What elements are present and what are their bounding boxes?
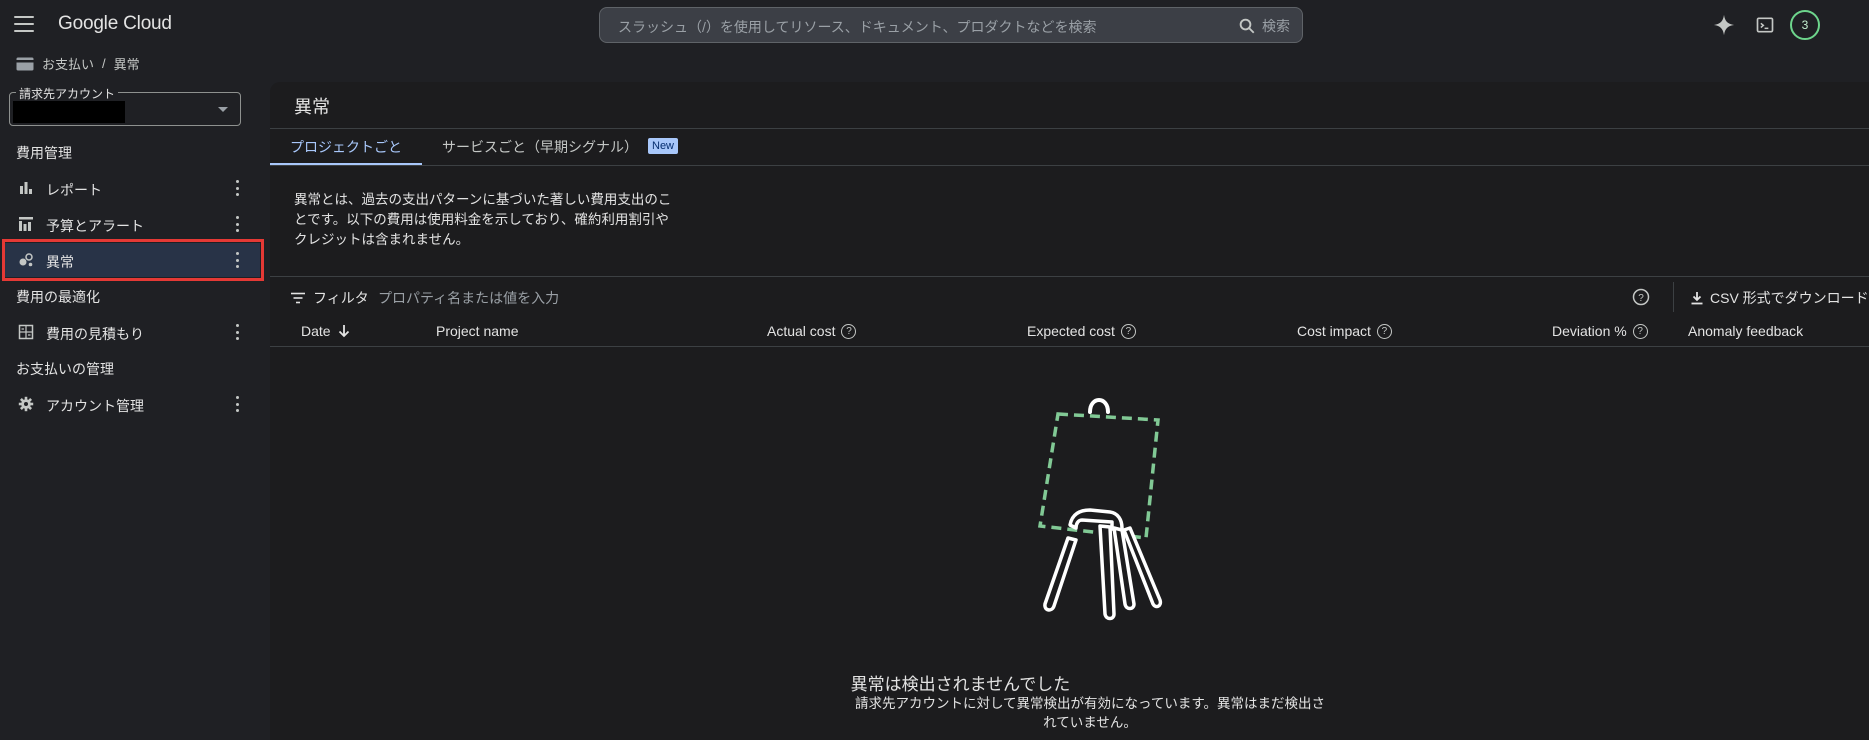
column-expected-cost[interactable]: Expected cost ?	[1027, 323, 1136, 339]
sidebar-item-label: レポート	[46, 182, 102, 198]
table-header: Date Project name Actual cost ? Expected…	[270, 317, 1869, 347]
more-options-icon[interactable]	[235, 396, 239, 412]
filter-icon	[291, 292, 305, 304]
column-label: Anomaly feedback	[1688, 323, 1804, 339]
sidebar-item-label: 予算とアラート	[46, 218, 144, 234]
new-badge: New	[648, 138, 679, 154]
redacted-account-name	[13, 101, 125, 123]
sidebar-item-estimates[interactable]: 費用の見積もり	[4, 315, 260, 349]
column-label: Date	[301, 323, 331, 339]
main-menu-icon[interactable]	[14, 16, 34, 32]
breadcrumb-billing[interactable]: お支払い	[42, 54, 94, 73]
tab-label: サービスごと（早期シグナル）	[442, 139, 638, 155]
column-label: Project name	[436, 323, 519, 339]
section-cost-management: 費用管理	[16, 145, 72, 161]
top-bar: Google Cloud スラッシュ（/）を使用してリソース、ドキュメント、プロ…	[0, 0, 1869, 50]
sidebar-item-reports[interactable]: レポート	[4, 171, 260, 205]
account-avatar[interactable]: 3	[1790, 10, 1820, 40]
tab-label: プロジェクトごと	[290, 139, 402, 155]
bar-chart-icon	[20, 182, 32, 194]
sort-down-arrow-icon	[338, 325, 349, 338]
column-date[interactable]: Date	[301, 323, 351, 339]
divider	[270, 165, 1869, 166]
page-title: 異常	[294, 97, 330, 117]
gemini-button[interactable]	[1710, 11, 1738, 39]
column-label: Actual cost	[767, 323, 836, 339]
empty-state-title: 異常は検出されませんでした	[850, 675, 1071, 694]
terminal-icon	[1756, 17, 1774, 33]
column-label: Deviation %	[1552, 323, 1627, 339]
more-options-icon[interactable]	[235, 324, 239, 340]
sidebar-item-label: アカウント管理	[46, 398, 144, 414]
gear-icon	[18, 396, 34, 412]
sidebar: 請求先アカウント 費用管理 レポート 予算とアラート 異常 費用の最適化 費用の…	[0, 80, 268, 740]
tab-by-project[interactable]: プロジェクトごと	[270, 129, 422, 165]
column-deviation[interactable]: Deviation % ?	[1552, 323, 1648, 339]
filter-button[interactable]: フィルタ	[290, 288, 369, 308]
anomaly-icon	[19, 253, 33, 267]
help-icon[interactable]: ?	[1120, 323, 1136, 339]
help-icon[interactable]: ?	[1376, 323, 1392, 339]
billing-account-label: 請求先アカウント	[16, 85, 119, 102]
empty-state-subtitle: 請求先アカウントに対して異常検出が有効になっています。異常はまだ検出されていませ…	[854, 696, 1326, 730]
search-input[interactable]: スラッシュ（/）を使用してリソース、ドキュメント、プロダクトなどを検索 検索	[599, 7, 1303, 43]
sidebar-item-label: 異常	[46, 254, 74, 270]
column-project-name[interactable]: Project name	[436, 323, 518, 339]
search-button-label: 検索	[1262, 18, 1290, 34]
sidebar-item-account-management[interactable]: アカウント管理	[4, 387, 260, 421]
csv-download-label: CSV 形式でダウンロード	[1710, 290, 1869, 306]
gemini-sparkle-icon	[1713, 14, 1735, 36]
filter-label: フィルタ	[313, 290, 369, 306]
svg-text:?: ?	[1638, 293, 1644, 304]
cloud-shell-button[interactable]	[1751, 11, 1779, 39]
billing-account-select[interactable]: 請求先アカウント	[9, 85, 241, 126]
dropdown-caret-icon	[218, 107, 228, 112]
main-panel: 異常 プロジェクトごと サービスごと（早期シグナル） New 異常とは、過去の支…	[270, 82, 1869, 740]
filter-bar: フィルタ プロパティ名または値を入力 ? CSV 形式でダウンロード	[270, 277, 1869, 317]
column-anomaly-feedback[interactable]: Anomaly feedback	[1688, 323, 1803, 339]
google-cloud-logo[interactable]: Google Cloud	[58, 13, 172, 35]
empty-easel-illustration	[1037, 398, 1163, 621]
more-options-icon[interactable]	[235, 216, 239, 232]
more-options-icon[interactable]	[235, 180, 239, 196]
section-cost-optimization: 費用の最適化	[16, 289, 100, 305]
filter-input[interactable]: プロパティ名または値を入力	[378, 288, 978, 308]
download-icon	[1691, 292, 1703, 305]
column-actual-cost[interactable]: Actual cost ?	[767, 323, 857, 339]
breadcrumb: お支払い / 異常	[16, 54, 140, 73]
search-icon	[1239, 18, 1255, 34]
help-icon[interactable]: ?	[841, 323, 857, 339]
sidebar-item-anomalies[interactable]: 異常	[4, 243, 260, 277]
divider	[1673, 282, 1674, 312]
tab-by-service[interactable]: サービスごと（早期シグナル） New	[442, 129, 679, 165]
column-label: Expected cost	[1027, 323, 1115, 339]
anomaly-description: 異常とは、過去の支出パターンに基づいた著しい費用支出のことです。以下の費用は使用…	[294, 192, 672, 247]
calculator-icon	[18, 324, 34, 340]
breadcrumb-separator: /	[102, 56, 106, 71]
sidebar-item-budgets[interactable]: 予算とアラート	[4, 207, 260, 241]
help-icon[interactable]: ?	[1632, 288, 1650, 306]
budget-icon	[19, 217, 33, 231]
section-billing-management: お支払いの管理	[16, 361, 114, 377]
column-cost-impact[interactable]: Cost impact ?	[1297, 323, 1392, 339]
search-button[interactable]: 検索	[1238, 16, 1290, 36]
csv-download-button[interactable]: CSV 形式でダウンロード	[1690, 288, 1869, 308]
help-icon[interactable]: ?	[1632, 323, 1648, 339]
billing-card-icon	[16, 57, 34, 70]
column-label: Cost impact	[1297, 323, 1371, 339]
sidebar-item-label: 費用の見積もり	[46, 326, 144, 342]
search-placeholder: スラッシュ（/）を使用してリソース、ドキュメント、プロダクトなどを検索	[618, 19, 1097, 35]
breadcrumb-anomalies: 異常	[113, 57, 140, 72]
more-options-icon[interactable]	[235, 252, 239, 268]
